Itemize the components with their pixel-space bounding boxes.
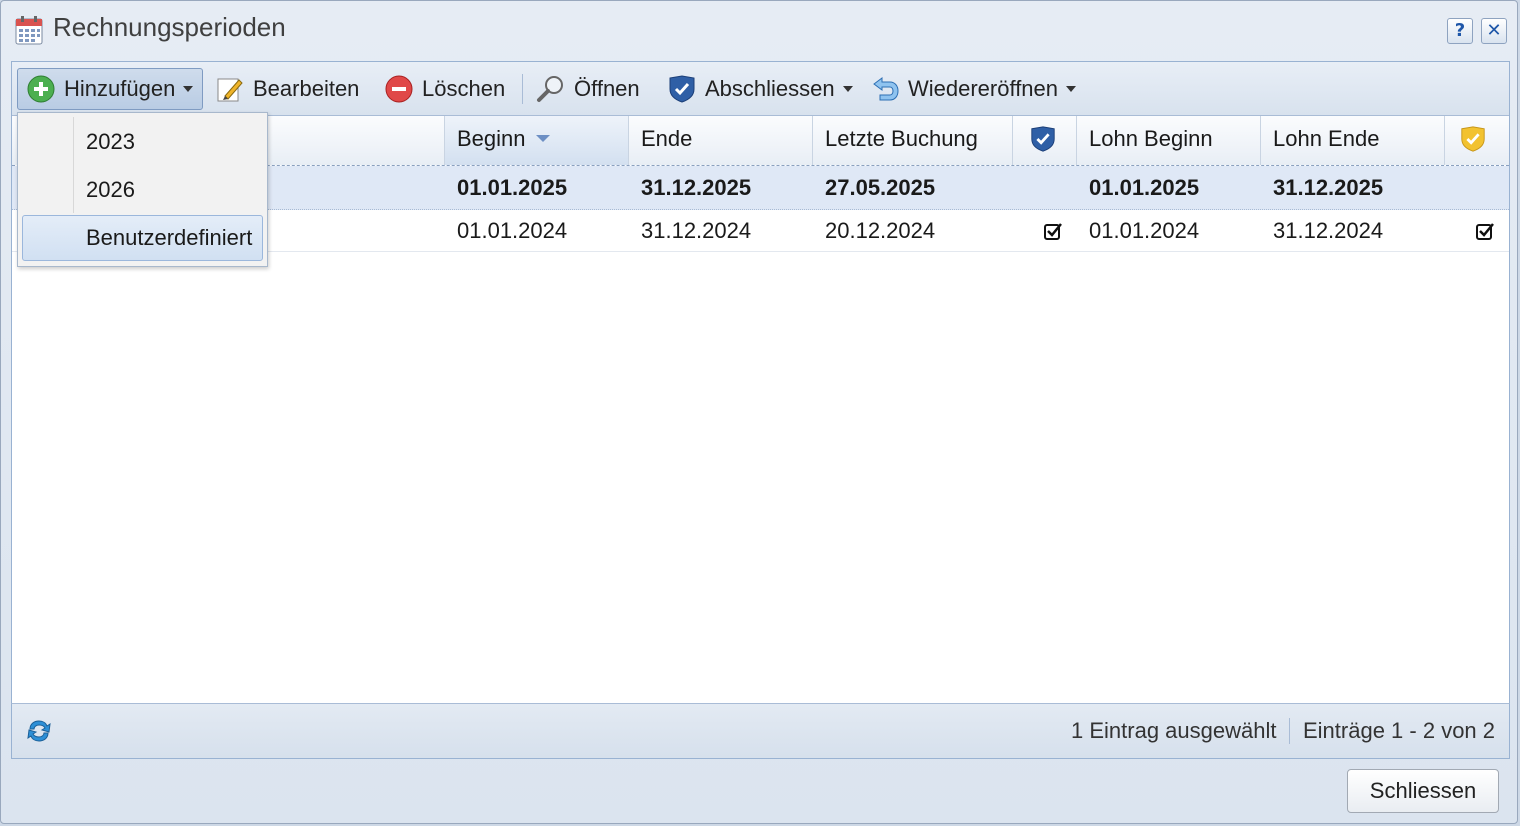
undo-arrow-icon <box>873 77 899 101</box>
cell-ende: 31.12.2024 <box>641 217 752 243</box>
cell-lohn-closed <box>1463 210 1495 251</box>
cell-lohn-ende: 31.12.2025 <box>1273 174 1384 200</box>
shield-check-icon <box>1031 126 1055 152</box>
magnifier-icon <box>537 76 563 102</box>
add-dropdown-menu: 2023 2026 Benutzerdefiniert <box>17 112 268 267</box>
minus-circle-icon <box>385 75 413 103</box>
close-period-button[interactable]: Abschliessen <box>667 68 853 110</box>
column-header-ende[interactable]: Ende <box>629 116 813 165</box>
chevron-down-icon <box>183 86 194 92</box>
sort-desc-icon <box>535 135 550 142</box>
refresh-icon[interactable] <box>24 716 54 746</box>
add-button[interactable]: Hinzufügen <box>17 68 203 110</box>
add-label: Hinzufügen <box>64 76 176 101</box>
column-header-label: Beginn <box>457 126 526 151</box>
menu-item-2023[interactable]: 2023 <box>22 119 263 165</box>
cell-closed <box>1031 210 1063 251</box>
chevron-down-icon <box>842 86 853 92</box>
reopen-label: Wiedereröffnen <box>908 76 1059 101</box>
cell-lohn-ende: 31.12.2024 <box>1273 217 1384 243</box>
close-dialog-button[interactable]: Schliessen <box>1347 769 1499 813</box>
window-title: Rechnungsperioden <box>53 12 286 42</box>
open-label: Öffnen <box>574 76 640 101</box>
delete-label: Löschen <box>422 76 506 101</box>
window-close-button[interactable]: ✕ <box>1481 18 1507 44</box>
delete-button[interactable]: Löschen <box>384 68 505 110</box>
column-header-lohn-ende[interactable]: Lohn Ende <box>1261 116 1445 165</box>
column-header-label: Lohn Beginn <box>1089 126 1213 151</box>
dialog-window: Rechnungsperioden ? ✕ Hinzufügen Bearbei… <box>0 0 1518 824</box>
edit-label: Bearbeiten <box>253 76 360 101</box>
column-header-lohn-closed[interactable] <box>1445 116 1509 165</box>
entries-range: Einträge 1 - 2 von 2 <box>1303 718 1496 743</box>
cell-beginn: 01.01.2024 <box>457 217 568 243</box>
shield-check-icon <box>669 75 695 103</box>
cell-letzte-buchung: 27.05.2025 <box>825 174 936 200</box>
column-header-letzte-buchung[interactable]: Letzte Buchung <box>813 116 1013 165</box>
toolbar-separator <box>522 74 523 104</box>
calendar-icon <box>15 16 43 45</box>
column-header-label: Lohn Ende <box>1273 126 1380 151</box>
selection-count: 1 Eintrag ausgewählt <box>1071 718 1277 743</box>
open-button[interactable]: Öffnen <box>536 68 640 110</box>
pencil-icon <box>217 78 243 102</box>
cell-lohn-beginn: 01.01.2025 <box>1089 174 1200 200</box>
menu-item-custom[interactable]: Benutzerdefiniert <box>22 215 263 261</box>
checked-checkbox-icon <box>1476 222 1494 240</box>
chevron-down-icon <box>1066 86 1077 92</box>
close-period-label: Abschliessen <box>705 76 835 101</box>
status-bar: 1 Eintrag ausgewählt Einträge 1 - 2 von … <box>11 703 1510 759</box>
edit-button[interactable]: Bearbeiten <box>215 68 359 110</box>
toolbar: Hinzufügen Bearbeiten Löschen Öffnen Abs… <box>12 62 1509 116</box>
column-header-closed[interactable] <box>1013 116 1077 165</box>
cell-letzte-buchung: 20.12.2024 <box>825 217 936 243</box>
status-separator <box>1289 718 1290 744</box>
cell-ende: 31.12.2025 <box>641 174 752 200</box>
menu-item-2026[interactable]: 2026 <box>22 167 263 213</box>
cell-lohn-beginn: 01.01.2024 <box>1089 217 1200 243</box>
gold-shield-check-icon <box>1461 126 1485 152</box>
column-header-lohn-beginn[interactable]: Lohn Beginn <box>1077 116 1261 165</box>
checked-checkbox-icon <box>1044 222 1062 240</box>
column-header-beginn[interactable]: Beginn <box>445 116 629 165</box>
column-header-label: Letzte Buchung <box>825 126 978 151</box>
reopen-button[interactable]: Wiedereröffnen <box>870 68 1077 110</box>
column-header-label: Ende <box>641 126 693 151</box>
plus-circle-icon <box>27 75 55 103</box>
title-bar: Rechnungsperioden ? ✕ <box>1 1 1517 57</box>
help-button[interactable]: ? <box>1447 18 1473 44</box>
cell-beginn: 01.01.2025 <box>457 174 568 200</box>
